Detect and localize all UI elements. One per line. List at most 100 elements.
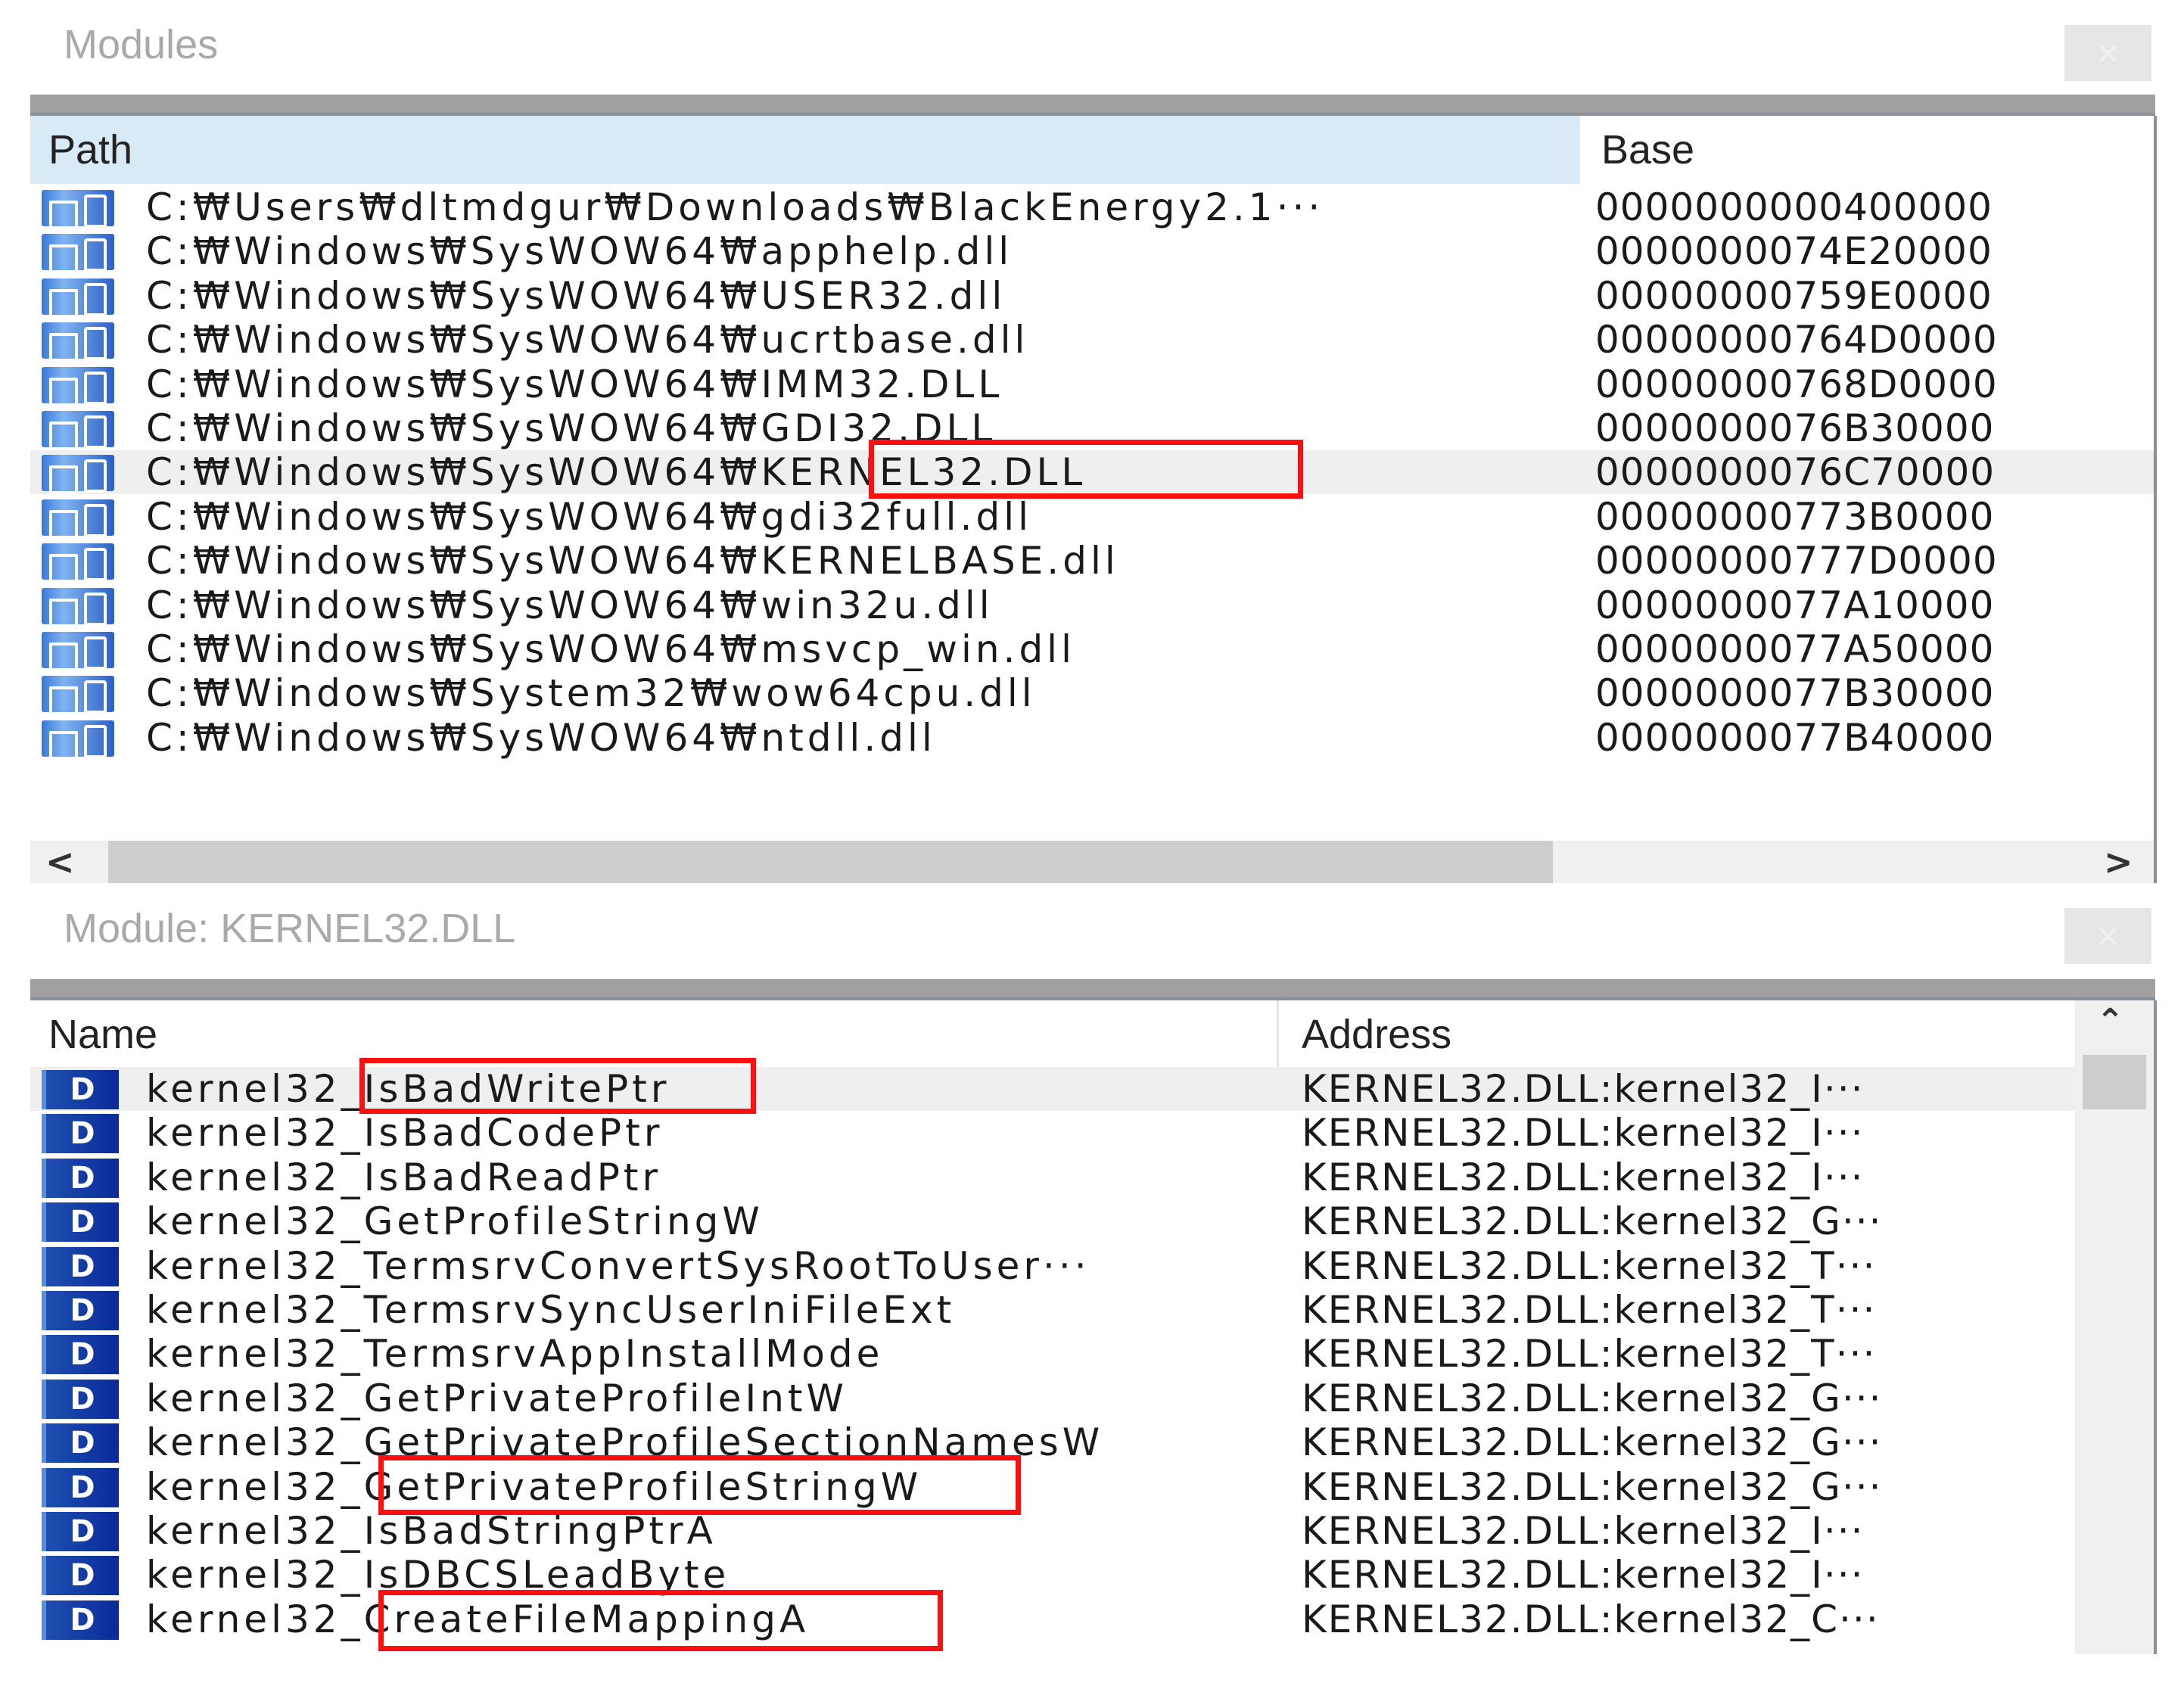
- module-row[interactable]: C:₩Windows₩SysWOW64₩msvcp_win.dll 0000000…: [30, 627, 2154, 671]
- module-path: C:₩Windows₩SysWOW64₩GDI32.DLL: [146, 406, 997, 450]
- module-base: 0000000076B30000: [1595, 406, 1995, 450]
- module-row[interactable]: C:₩Windows₩SysWOW64₩win32u.dll 0000000077…: [30, 583, 2154, 627]
- export-name: kernel32_TermsrvSyncUserIniFileExt: [146, 1288, 956, 1332]
- export-row[interactable]: Dkernel32_IsBadStringPtrA KERNEL32.DLL:ke…: [30, 1509, 2075, 1553]
- export-d-icon: D: [42, 1335, 119, 1375]
- module-divider: [30, 979, 2155, 1000]
- export-row[interactable]: Dkernel32_TermsrvConvertSysRootToUser···…: [30, 1244, 2075, 1288]
- export-d-icon: D: [42, 1556, 119, 1596]
- highlight-createfilemappinga: [378, 1590, 943, 1651]
- scroll-up-arrow[interactable]: ⌃: [2096, 1000, 2124, 1043]
- module-icon: [42, 543, 114, 583]
- module-base: 00000000768D0000: [1595, 362, 1998, 406]
- export-address: KERNEL32.DLL:kernel32_I···: [1302, 1067, 1865, 1111]
- export-row[interactable]: Dkernel32_GetPrivateProfileStringW KERNEL…: [30, 1465, 2075, 1509]
- export-row[interactable]: Dkernel32_TermsrvSyncUserIniFileExt KERNE…: [30, 1288, 2075, 1332]
- module-base: 00000000773B0000: [1595, 494, 1995, 539]
- horizontal-scrollbar[interactable]: < >: [30, 841, 2157, 883]
- module-row[interactable]: C:₩Windows₩SysWOW64₩ucrtbase.dll 00000000…: [30, 318, 2154, 362]
- column-header-address[interactable]: Address: [1283, 1000, 2070, 1069]
- module-path: C:₩Windows₩SysWOW64₩ntdll.dll: [146, 715, 936, 760]
- export-address: KERNEL32.DLL:kernel32_T···: [1302, 1288, 1877, 1332]
- module-row[interactable]: C:₩Windows₩SysWOW64₩ntdll.dll 0000000077B…: [30, 716, 2154, 760]
- module-row[interactable]: C:₩Windows₩System32₩wow64cpu.dll 00000000…: [30, 671, 2154, 716]
- module-path: C:₩Users₩dltmdgur₩Downloads₩BlackEnergy2…: [146, 185, 1324, 229]
- module-base: 00000000777D0000: [1595, 539, 1998, 583]
- module-row[interactable]: C:₩Windows₩SysWOW64₩apphelp.dll 000000007…: [30, 229, 2154, 274]
- module-base: 00000000764D0000: [1595, 318, 1998, 362]
- module-base: 0000000000400000: [1595, 185, 1993, 229]
- export-row[interactable]: Dkernel32_CreateFileMappingA KERNEL32.DLL…: [30, 1597, 2075, 1641]
- module-path: C:₩Windows₩SysWOW64₩apphelp.dll: [146, 229, 1013, 274]
- highlight-isbadwriteptr: [359, 1058, 756, 1114]
- export-address: KERNEL32.DLL:kernel32_T···: [1302, 1332, 1877, 1376]
- export-d-icon: D: [42, 1512, 119, 1551]
- export-name: kernel32_IsBadCodePtr: [146, 1111, 664, 1156]
- module-row[interactable]: C:₩Windows₩SysWOW64₩IMM32.DLL 00000000768…: [30, 362, 2154, 406]
- module-icon: [42, 278, 114, 318]
- highlight-getprivateprofilestringw: [378, 1455, 1021, 1515]
- export-address: KERNEL32.DLL:kernel32_G···: [1302, 1420, 1883, 1465]
- export-d-icon: D: [42, 1379, 119, 1419]
- export-d-icon: D: [42, 1158, 119, 1198]
- export-d-icon: D: [42, 1600, 119, 1640]
- module-icon: [42, 366, 114, 406]
- module-base: 0000000077B40000: [1595, 715, 1995, 760]
- module-row[interactable]: C:₩Windows₩SysWOW64₩gdi32full.dll 0000000…: [30, 495, 2154, 539]
- module-base: 0000000076C70000: [1595, 450, 1996, 495]
- module-icon: [42, 632, 114, 671]
- vertical-scroll-thumb[interactable]: [2083, 1055, 2146, 1109]
- export-row[interactable]: Dkernel32_GetPrivateProfileIntW KERNEL32.…: [30, 1376, 2075, 1420]
- module-icon: [42, 499, 114, 539]
- module-base: 0000000077A50000: [1595, 627, 1995, 671]
- module-path: C:₩Windows₩SysWOW64₩KERNEL32.DLL: [146, 450, 1087, 495]
- horizontal-scroll-thumb[interactable]: [108, 841, 1553, 883]
- module-close-button[interactable]: ×: [2064, 908, 2151, 964]
- export-d-icon: D: [42, 1202, 119, 1243]
- export-row[interactable]: Dkernel32_IsBadCodePtr KERNEL32.DLL:kerne…: [30, 1111, 2075, 1155]
- column-header-base[interactable]: Base: [1583, 116, 2113, 184]
- vertical-scrollbar[interactable]: ⌃: [2075, 1000, 2154, 1654]
- export-name: kernel32_IsBadReadPtr: [146, 1155, 662, 1199]
- module-row[interactable]: C:₩Users₩dltmdgur₩Downloads₩BlackEnergy2…: [30, 185, 2154, 229]
- module-icon: [42, 676, 114, 716]
- module-base: 0000000077A10000: [1595, 583, 1995, 627]
- module-icon: [42, 234, 114, 274]
- module-row[interactable]: C:₩Windows₩SysWOW64₩USER32.dll 0000000075…: [30, 274, 2154, 318]
- export-row[interactable]: Dkernel32_TermsrvAppInstallMode KERNEL32.…: [30, 1332, 2075, 1376]
- export-row[interactable]: Dkernel32_IsBadWritePtr KERNEL32.DLL:kern…: [30, 1067, 2075, 1111]
- module-icon: [42, 455, 114, 495]
- module-base: 0000000074E20000: [1595, 229, 1993, 274]
- modules-close-button[interactable]: ×: [2064, 25, 2151, 81]
- export-d-icon: D: [42, 1114, 119, 1154]
- export-row[interactable]: Dkernel32_GetProfileStringW KERNEL32.DLL:…: [30, 1199, 2075, 1243]
- export-name: kernel32_GetPrivateProfileIntW: [146, 1376, 848, 1420]
- module-icon: [42, 190, 114, 229]
- export-address: KERNEL32.DLL:kernel32_G···: [1302, 1376, 1883, 1420]
- export-row[interactable]: Dkernel32_IsBadReadPtr KERNEL32.DLL:kerne…: [30, 1156, 2075, 1199]
- export-row[interactable]: Dkernel32_GetPrivateProfileSectionNamesW…: [30, 1420, 2075, 1464]
- module-path: C:₩Windows₩SysWOW64₩USER32.dll: [146, 273, 1006, 318]
- module-title: Module: KERNEL32.DLL: [64, 906, 516, 951]
- module-base: 0000000077B30000: [1595, 671, 1995, 716]
- scroll-right-arrow[interactable]: >: [2104, 841, 2133, 883]
- export-name: kernel32_IsBadStringPtrA: [146, 1509, 717, 1553]
- export-address: KERNEL32.DLL:kernel32_T···: [1302, 1243, 1877, 1288]
- module-path: C:₩Windows₩SysWOW64₩gdi32full.dll: [146, 494, 1032, 539]
- export-name: kernel32_TermsrvConvertSysRootToUser···: [146, 1243, 1090, 1288]
- export-address: KERNEL32.DLL:kernel32_C···: [1302, 1597, 1880, 1641]
- module-path: C:₩Windows₩SysWOW64₩msvcp_win.dll: [146, 627, 1075, 671]
- column-header-path[interactable]: Path: [30, 116, 1580, 184]
- export-address: KERNEL32.DLL:kernel32_I···: [1302, 1553, 1865, 1597]
- module-path: C:₩Windows₩SysWOW64₩IMM32.DLL: [146, 362, 1003, 406]
- module-path: C:₩Windows₩SysWOW64₩KERNELBASE.dll: [146, 539, 1119, 583]
- module-base: 00000000759E0000: [1595, 273, 1993, 318]
- modules-title: Modules: [64, 22, 219, 67]
- scroll-left-arrow[interactable]: <: [45, 841, 75, 883]
- export-address: KERNEL32.DLL:kernel32_I···: [1302, 1509, 1865, 1553]
- highlight-kernel32-dll: [869, 440, 1303, 499]
- export-address: KERNEL32.DLL:kernel32_G···: [1302, 1199, 1883, 1244]
- exports-table: Name Address Dkernel32_IsBadWritePtr KERN…: [30, 1000, 2157, 1654]
- module-row[interactable]: C:₩Windows₩SysWOW64₩KERNELBASE.dll 000000…: [30, 539, 2154, 583]
- export-row[interactable]: Dkernel32_IsDBCSLeadByte KERNEL32.DLL:ker…: [30, 1553, 2075, 1597]
